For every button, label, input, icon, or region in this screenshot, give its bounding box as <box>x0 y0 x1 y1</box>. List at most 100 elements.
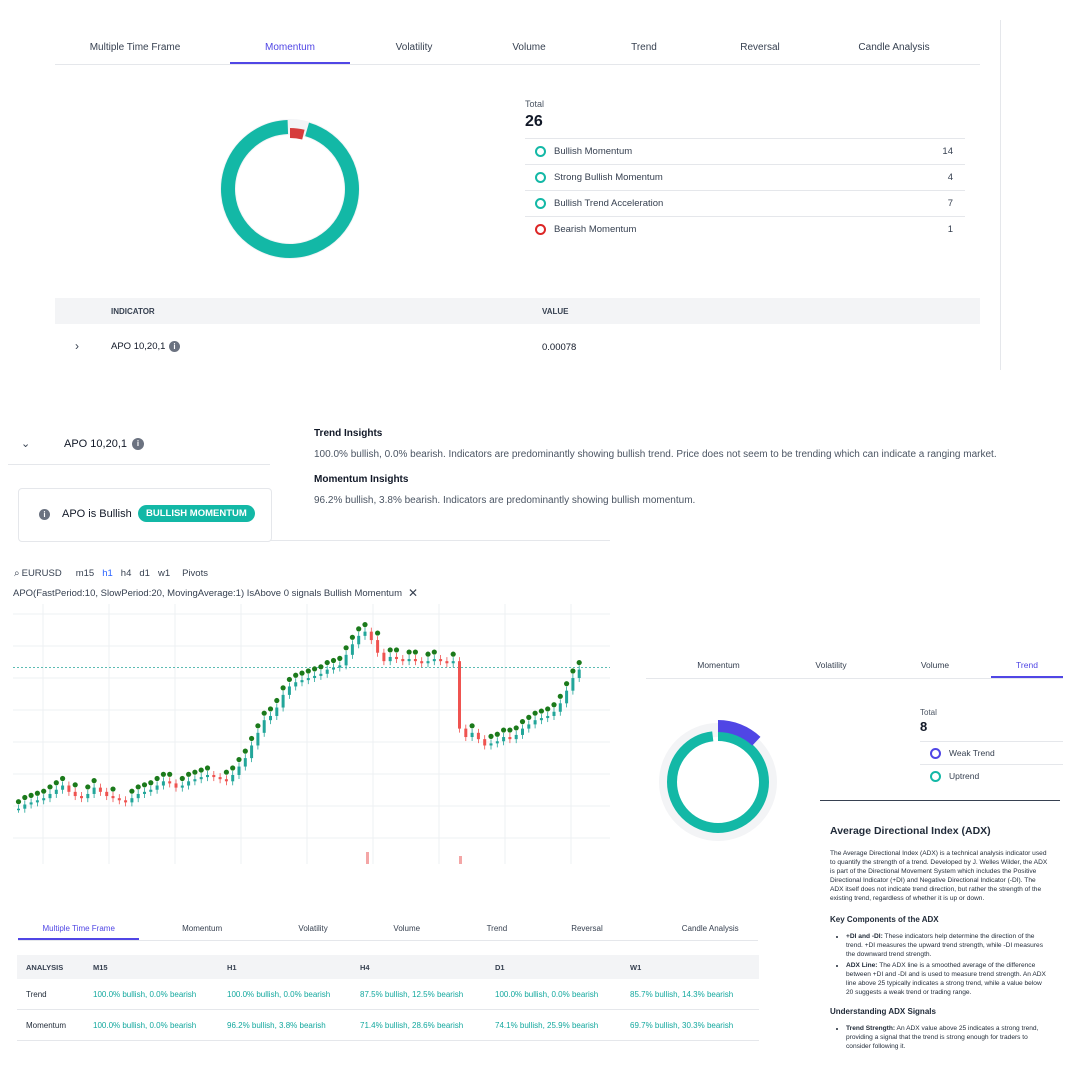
signal-marker <box>564 681 570 687</box>
candle-body <box>218 777 222 780</box>
tab-momentum[interactable]: Momentum <box>154 918 250 940</box>
candle-body <box>180 785 184 788</box>
signal-marker <box>450 651 456 657</box>
candle-body <box>432 659 436 662</box>
table-cell: 100.0% bullish, 0.0% bearish <box>218 979 351 1010</box>
tab-reversal[interactable]: Reversal <box>554 918 621 940</box>
candle-body <box>338 665 342 668</box>
column-value: VALUE <box>542 307 569 316</box>
column-indicator: INDICATOR <box>111 307 155 316</box>
candle-body <box>407 659 411 662</box>
tab-trend[interactable]: Trend <box>604 34 684 64</box>
table-cell: 100.0% bullish, 0.0% bearish <box>84 1009 218 1041</box>
expanded-indicator-name: APO 10,20,1 <box>64 438 127 450</box>
tab-momentum[interactable]: Momentum <box>230 34 350 64</box>
table-cell: 87.5% bullish, 12.5% bearish <box>351 979 486 1010</box>
signal-marker <box>22 794 28 801</box>
close-icon[interactable]: ✕ <box>408 586 418 600</box>
signal-marker <box>425 651 431 657</box>
candle-body <box>439 659 443 662</box>
search-icon[interactable]: ⌕ <box>14 568 20 579</box>
list-item: Trend Strength: An ADX value above 25 in… <box>846 1024 1050 1051</box>
signal-marker <box>406 649 412 655</box>
legend-count: 14 <box>942 146 953 157</box>
tab-trend[interactable]: Trend <box>991 654 1063 678</box>
tab-reversal[interactable]: Reversal <box>720 34 800 64</box>
candle-body <box>458 661 461 729</box>
tab-trend[interactable]: Trend <box>468 918 525 940</box>
price-chart[interactable] <box>13 604 610 864</box>
candle-body <box>130 798 134 803</box>
tab-momentum[interactable]: Momentum <box>646 654 791 678</box>
timeframe-m15[interactable]: m15 <box>76 568 94 579</box>
candle-body <box>332 667 335 670</box>
candle-body <box>67 785 71 792</box>
candle-body <box>521 728 524 735</box>
status-text: APO is Bullish <box>62 508 132 520</box>
pivots-button[interactable]: Pivots <box>182 568 208 579</box>
candle-body <box>319 673 323 676</box>
mtf-header-row: ANALYSIS M15 H1 H4 D1 W1 <box>17 955 759 979</box>
timeframe-d1[interactable]: d1 <box>139 568 150 579</box>
candle-body <box>489 743 493 746</box>
chevron-right-icon[interactable]: › <box>75 339 79 353</box>
timeframe-h4[interactable]: h4 <box>121 568 132 579</box>
table-row: Trend 100.0% bullish, 0.0% bearish 100.0… <box>17 979 759 1010</box>
signal-marker <box>337 655 343 661</box>
table-cell: 100.0% bullish, 0.0% bearish <box>486 979 621 1010</box>
candle-body <box>168 781 172 784</box>
indicator-row[interactable]: › APO 10,20,1 i 0.00078 <box>55 324 980 370</box>
trend-donut-chart <box>656 720 780 844</box>
candle-body <box>470 732 474 738</box>
candle-body <box>527 724 531 729</box>
tab-volume[interactable]: Volume <box>895 654 975 678</box>
candle-body <box>111 796 115 799</box>
tab-candle-analysis[interactable]: Candle Analysis <box>662 918 758 940</box>
signal-marker <box>154 775 160 782</box>
tab-multiple-time-frame[interactable]: Multiple Time Frame <box>55 34 215 64</box>
info-icon[interactable]: i <box>132 438 144 450</box>
adx-intro: The Average Directional Index (ADX) is a… <box>830 850 1048 902</box>
tab-volume[interactable]: Volume <box>489 34 569 64</box>
candle-body <box>275 707 279 716</box>
candle-body <box>231 774 235 782</box>
trend-total-label: Total <box>920 708 937 717</box>
candle-body <box>143 791 146 794</box>
tab-volatility[interactable]: Volatility <box>791 654 871 678</box>
candle-body <box>206 774 209 778</box>
trend-insights-title: Trend Insights <box>314 428 383 439</box>
teal-circle-icon <box>535 146 546 157</box>
candle-body <box>533 720 537 725</box>
tab-multiple-time-frame[interactable]: Multiple Time Frame <box>18 918 140 940</box>
candle-body <box>48 793 52 799</box>
signal-marker <box>274 697 280 704</box>
signal-marker <box>570 668 576 674</box>
symbol-input[interactable]: EURUSD <box>22 568 62 579</box>
summary-legend: Bullish Momentum 14 Strong Bullish Momen… <box>525 138 965 242</box>
header-d1: D1 <box>486 955 621 979</box>
candle-body <box>187 781 191 786</box>
candle-body <box>124 800 128 803</box>
tab-candle-analysis[interactable]: Candle Analysis <box>834 34 954 64</box>
signal-marker <box>557 693 563 699</box>
candle-body <box>136 793 140 799</box>
candle-body <box>357 635 361 645</box>
candle-body <box>262 720 266 733</box>
candle-body <box>300 680 304 683</box>
chevron-down-icon[interactable]: ⌄ <box>21 437 30 450</box>
timeframe-w1[interactable]: w1 <box>158 568 170 579</box>
info-icon[interactable]: i <box>169 341 180 352</box>
signal-marker <box>223 769 229 775</box>
signal-marker <box>519 719 526 725</box>
signal-marker <box>513 725 519 731</box>
tab-volume[interactable]: Volume <box>373 918 440 940</box>
legend-uptrend: Uptrend <box>920 765 1063 787</box>
signal-marker <box>501 727 507 733</box>
tab-volatility[interactable]: Volatility <box>364 34 464 64</box>
signal-marker <box>160 771 166 777</box>
trend-legend: Weak Trend Uptrend <box>920 741 1063 787</box>
signal-marker <box>538 708 545 714</box>
timeframe-h1[interactable]: h1 <box>102 568 113 579</box>
tab-volatility[interactable]: Volatility <box>275 918 351 940</box>
candle-body <box>306 678 310 681</box>
